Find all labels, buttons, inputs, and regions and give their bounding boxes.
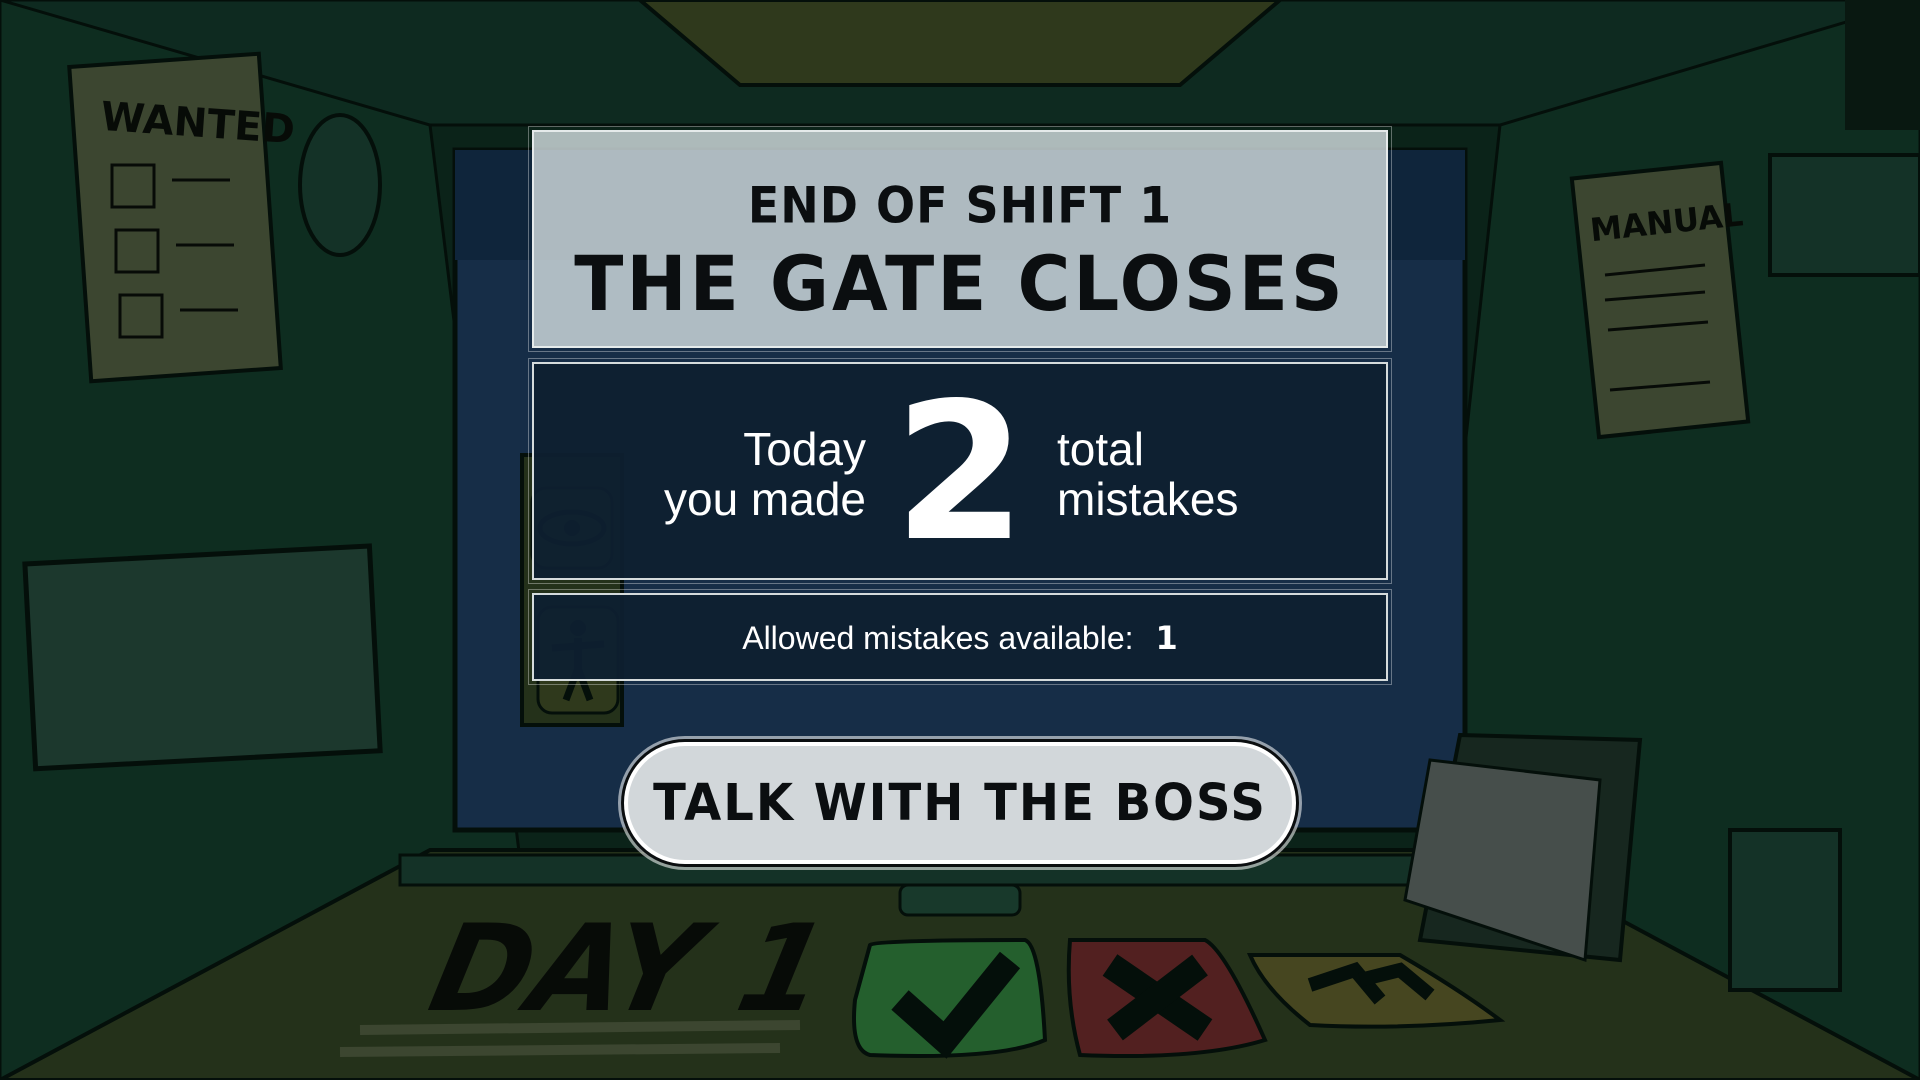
gate-closes-title: THE GATE CLOSES (574, 239, 1346, 329)
summary-right-line-2: mistakes (1057, 473, 1239, 525)
mistake-summary-panel: Today you made 2 total mistakes (528, 358, 1392, 584)
shift-label: END OF SHIFT 1 (747, 175, 1173, 235)
shift-title-panel: END OF SHIFT 1 THE GATE CLOSES (528, 126, 1392, 352)
talk-with-boss-label: TALK WITH THE BOSS (653, 773, 1267, 833)
allowed-mistakes-value: 1 (1155, 619, 1178, 657)
summary-right-text: total mistakes (1057, 424, 1337, 524)
allowed-mistakes-label: Allowed mistakes available: (742, 620, 1134, 656)
talk-with-boss-button[interactable]: TALK WITH THE BOSS (624, 742, 1296, 864)
allowed-mistakes-panel: Allowed mistakes available: 1 (528, 589, 1392, 685)
allowed-mistakes-row: Allowed mistakes available: 1 (534, 619, 1386, 657)
summary-right-line-1: total (1057, 423, 1144, 475)
